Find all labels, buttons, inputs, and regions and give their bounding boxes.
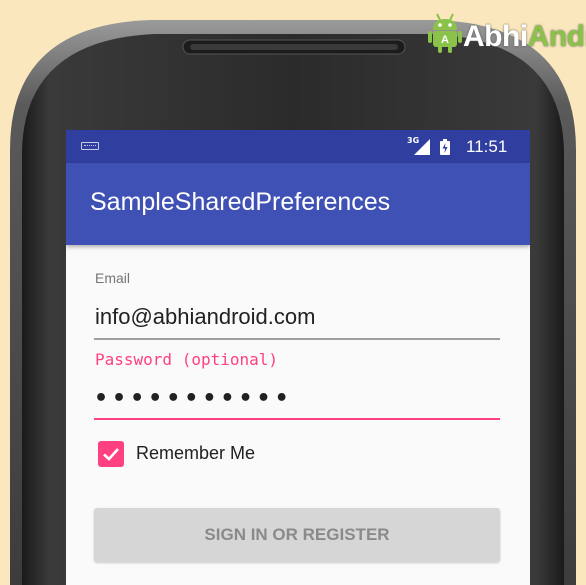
app-bar: SampleSharedPreferences xyxy=(66,163,530,245)
abhiandroid-logo: A AbhiAndroid xyxy=(427,8,586,58)
remember-me-label[interactable]: Remember Me xyxy=(136,443,255,464)
logo-text: AbhiAndroid xyxy=(463,20,586,53)
device-screen: 3G 11:51 SampleSharedPreferences Email i… xyxy=(66,130,530,585)
keyboard-icon xyxy=(81,142,99,150)
remember-me-checkbox[interactable] xyxy=(98,441,124,467)
sign-in-button[interactable]: SIGN IN OR REGISTER xyxy=(94,508,500,562)
check-icon xyxy=(103,448,119,461)
status-time: 11:51 xyxy=(466,137,508,156)
battery-icon xyxy=(440,139,450,155)
email-field[interactable]: info@abhiandroid.com xyxy=(94,300,500,340)
app-title: SampleSharedPreferences xyxy=(90,188,391,216)
android-robot-icon: A xyxy=(428,13,462,53)
email-label: Email xyxy=(95,270,131,286)
password-field[interactable]: ••••••••••• xyxy=(94,380,500,420)
signal-icon xyxy=(414,139,430,155)
password-label: Password (optional) xyxy=(95,350,279,369)
svg-text:A: A xyxy=(441,34,449,46)
status-bar: 3G 11:51 xyxy=(66,130,530,163)
